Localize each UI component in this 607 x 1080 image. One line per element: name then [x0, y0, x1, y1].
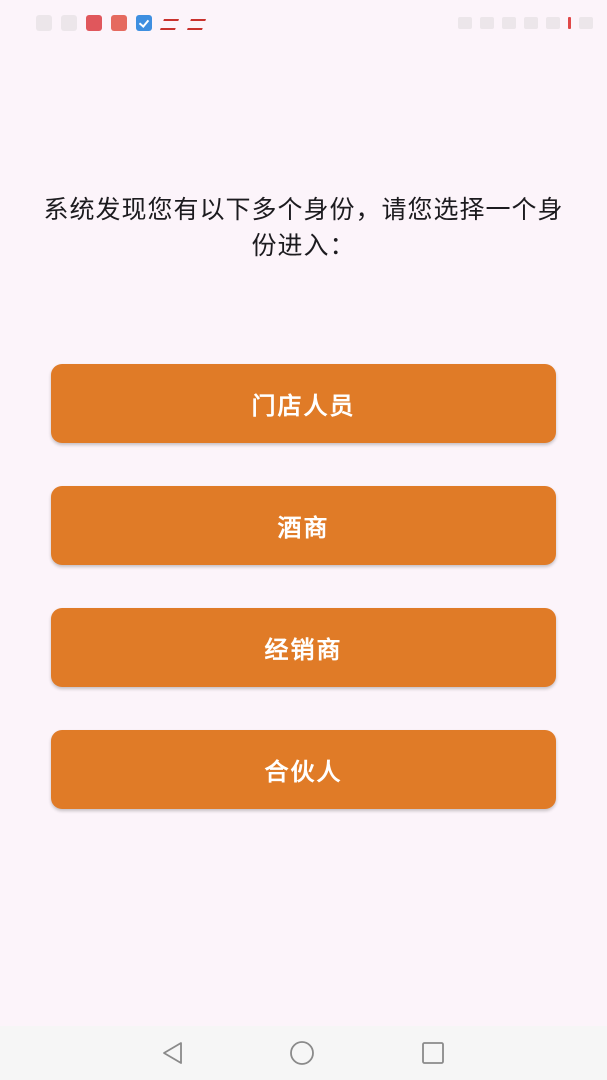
battery-level-icon — [579, 17, 593, 29]
sina-weibo-icon — [188, 16, 206, 30]
role-selection-prompt: 系统发现您有以下多个身份，请您选择一个身份进入： — [43, 195, 564, 260]
status-bar — [0, 0, 607, 46]
recent-apps-icon[interactable] — [421, 1041, 445, 1065]
status-icon — [480, 17, 494, 29]
clipboard-app-icon — [111, 15, 127, 31]
notification-icon — [61, 15, 77, 31]
status-icon — [502, 17, 516, 29]
status-icon — [458, 17, 472, 29]
signal-icon — [524, 17, 538, 29]
role-button-wine-merchant[interactable]: 酒商 — [51, 486, 556, 565]
status-bar-right — [458, 17, 593, 29]
role-button-store-staff[interactable]: 门店人员 — [51, 364, 556, 443]
system-nav-bar — [0, 1026, 607, 1080]
battery-icon — [568, 17, 571, 29]
role-button-partner[interactable]: 合伙人 — [51, 730, 556, 809]
home-icon[interactable] — [289, 1040, 315, 1066]
role-list: 门店人员 酒商 经销商 合伙人 — [51, 364, 556, 852]
status-bar-left — [36, 15, 206, 31]
sina-weibo-icon — [161, 16, 179, 30]
shield-check-app-icon — [136, 15, 152, 31]
notification-icon — [36, 15, 52, 31]
back-icon[interactable] — [160, 1040, 186, 1066]
wifi-icon — [546, 17, 560, 29]
huawei-app-icon — [86, 15, 102, 31]
role-selection-screen: 系统发现您有以下多个身份，请您选择一个身份进入： 门店人员 酒商 经销商 合伙人 — [0, 0, 607, 1080]
role-button-distributor[interactable]: 经销商 — [51, 608, 556, 687]
